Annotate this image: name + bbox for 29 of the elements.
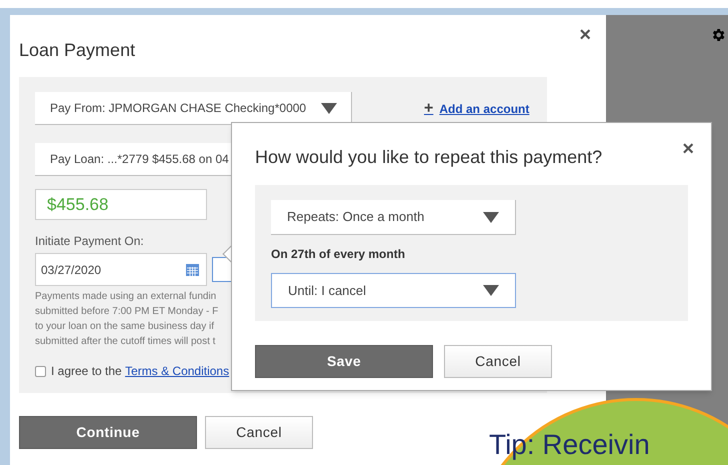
close-button[interactable]: ×	[682, 139, 694, 159]
date-field[interactable]: 03/27/2020	[35, 253, 207, 286]
agree-label: I agree to the	[51, 363, 123, 380]
close-button[interactable]: ×	[579, 25, 591, 45]
date-label: Initiate Payment On:	[35, 233, 145, 250]
calendar-icon[interactable]	[186, 264, 199, 276]
caret-icon	[483, 285, 499, 296]
notice-text: Payments made using an external fundin	[35, 290, 216, 304]
schedule-note: On 27th of every month	[271, 246, 406, 263]
settings-icon[interactable]	[710, 27, 726, 43]
dialog-title: Loan Payment	[19, 39, 136, 62]
repeat-toggle-button[interactable]	[212, 257, 231, 282]
caret-icon	[483, 212, 499, 222]
agree-checkbox[interactable]	[35, 366, 46, 376]
notice-text: submitted before 7:00 PM ET Monday - F	[35, 305, 218, 319]
terms-link[interactable]: Terms & Conditions	[125, 362, 230, 380]
dropdown[interactable]: Until: I cancel	[271, 273, 516, 308]
cancel-button[interactable]: Cancel	[205, 416, 313, 449]
notice-text: to your loan on the same business day if	[35, 320, 214, 334]
add-account-link[interactable]: + Add an account	[424, 96, 530, 120]
pay-loan-dropdown[interactable]: Pay Loan: ...*2779 $455.68 on 04	[35, 143, 231, 176]
popup-title: How would you like to repeat this payment?	[255, 146, 602, 169]
caret-icon	[321, 102, 337, 114]
cancel-button[interactable]: Cancel	[444, 345, 552, 378]
dropdown[interactable]: Repeats: Once a month	[271, 200, 516, 235]
notice-text: submitted after the cutoff times will post t	[35, 335, 216, 349]
pay-from-dropdown[interactable]: Pay From: JPMORGAN CHASE Checking*0000	[35, 92, 352, 125]
primary-button[interactable]: Save	[255, 345, 433, 378]
primary-button[interactable]: Continue	[19, 416, 197, 449]
